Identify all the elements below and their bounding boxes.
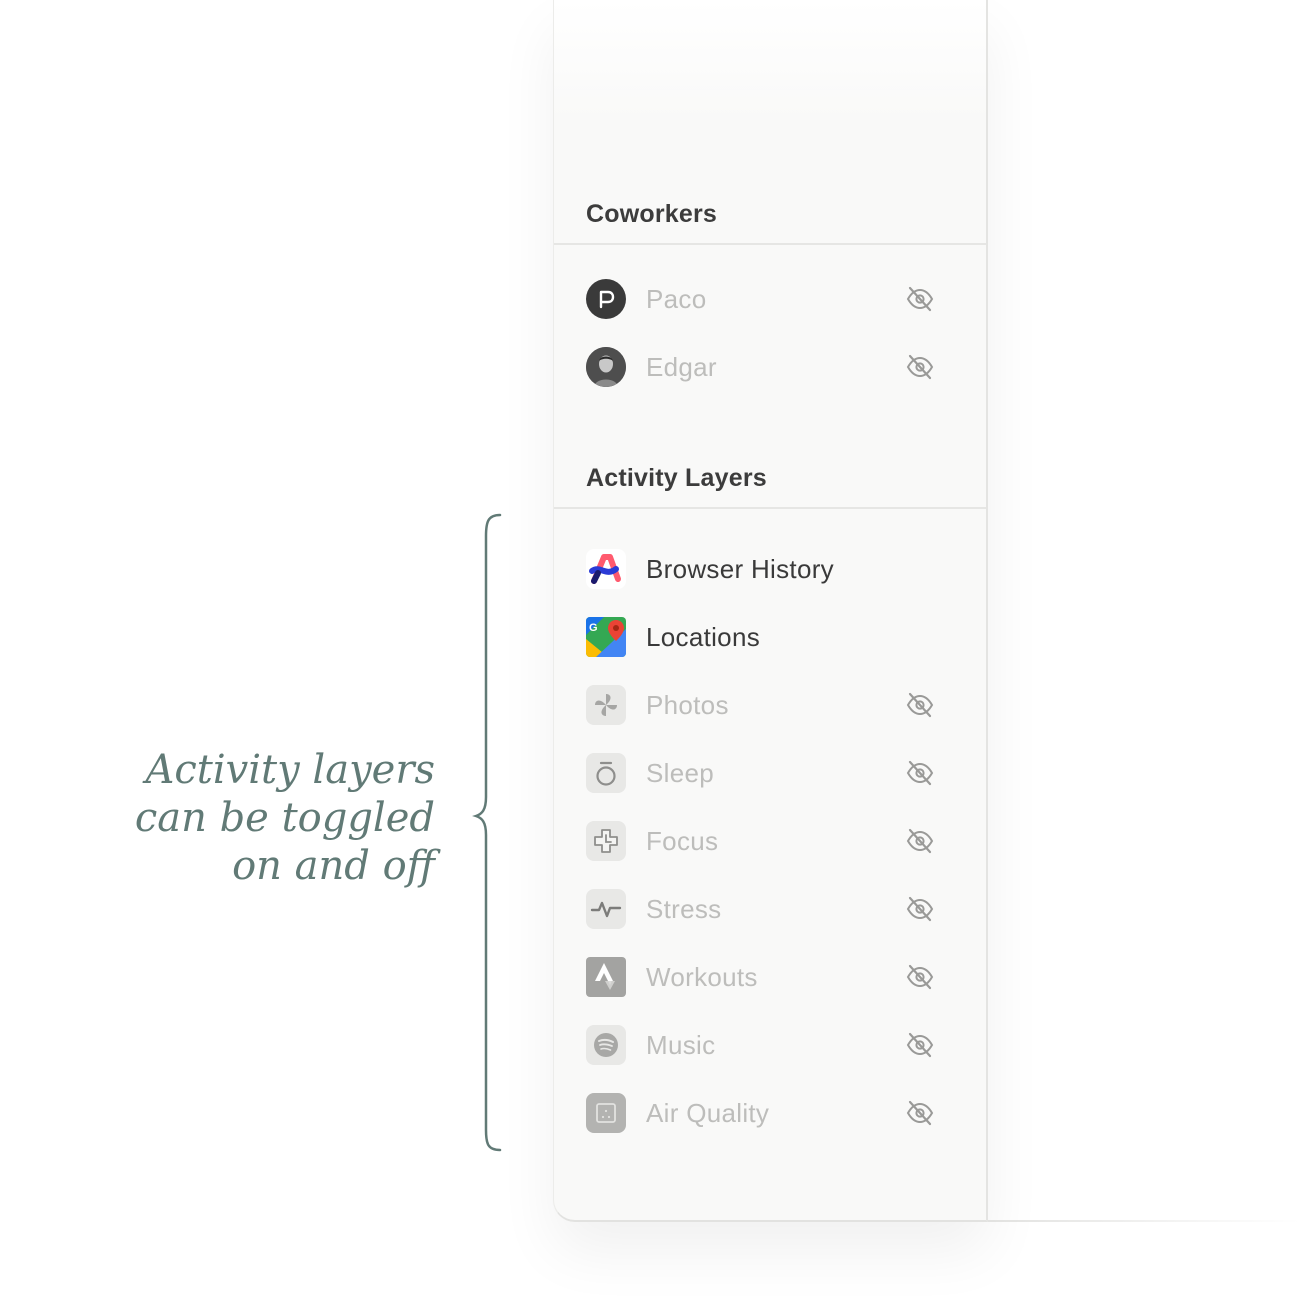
- focus-icon: [586, 821, 626, 861]
- coworker-label: Edgar: [646, 351, 717, 382]
- panel-top-fade: [554, 0, 986, 120]
- strava-icon: [586, 957, 626, 997]
- eye-off-icon[interactable]: [906, 896, 934, 922]
- annotation-line-3: on and off: [232, 843, 435, 889]
- edgar-avatar: [586, 347, 626, 387]
- eye-off-icon[interactable]: [906, 286, 934, 312]
- annotation-line-1: Activity layers: [145, 747, 436, 793]
- layer-row-focus[interactable]: Focus: [586, 819, 962, 863]
- eye-off-icon[interactable]: [906, 1100, 934, 1126]
- coworker-label: Paco: [646, 283, 707, 314]
- layer-row-locations[interactable]: G Locations: [586, 615, 962, 659]
- layer-row-workouts[interactable]: Workouts: [586, 955, 962, 999]
- layer-label: Photos: [646, 689, 729, 720]
- layer-label: Sleep: [646, 757, 714, 788]
- annotation-text: Activity layers can be toggled on and of…: [120, 746, 435, 890]
- activity-layers-title: Activity Layers: [586, 464, 767, 492]
- layer-label: Workouts: [646, 961, 758, 992]
- annotation-line-2: can be toggled: [134, 795, 435, 841]
- eye-off-icon[interactable]: [906, 828, 934, 854]
- eye-off-icon[interactable]: [906, 354, 934, 380]
- svg-text:G: G: [589, 622, 598, 634]
- sleep-ring-icon: [586, 753, 626, 793]
- arc-browser-icon: [586, 549, 626, 589]
- sidebar-panel: Coworkers Paco Edgar Activity Layers Bro…: [553, 0, 988, 1222]
- air-quality-icon: [586, 1093, 626, 1133]
- layer-label: Locations: [646, 621, 760, 652]
- layer-label: Air Quality: [646, 1097, 770, 1128]
- layer-row-sleep[interactable]: Sleep: [586, 751, 962, 795]
- activity-layers-divider: [554, 507, 986, 509]
- layer-label: Browser History: [646, 553, 834, 584]
- eye-off-icon[interactable]: [906, 1032, 934, 1058]
- eye-off-icon[interactable]: [906, 964, 934, 990]
- curly-brace-icon: [472, 513, 502, 1152]
- layer-label: Music: [646, 1029, 716, 1060]
- google-maps-icon: G: [586, 617, 626, 657]
- coworkers-title: Coworkers: [586, 200, 718, 228]
- coworker-row-edgar[interactable]: Edgar: [586, 345, 962, 389]
- layer-row-stress[interactable]: Stress: [586, 887, 962, 931]
- layer-row-music[interactable]: Music: [586, 1023, 962, 1067]
- eye-off-icon[interactable]: [906, 692, 934, 718]
- bottom-edge-line: [988, 1220, 1300, 1222]
- layer-row-browser-history[interactable]: Browser History: [586, 547, 962, 591]
- layer-row-air-quality[interactable]: Air Quality: [586, 1091, 962, 1135]
- eye-off-icon[interactable]: [906, 760, 934, 786]
- coworkers-divider: [554, 243, 986, 245]
- layer-label: Focus: [646, 825, 719, 856]
- pinwheel-icon: [586, 685, 626, 725]
- layer-row-photos[interactable]: Photos: [586, 683, 962, 727]
- spotify-icon: [586, 1025, 626, 1065]
- layer-label: Stress: [646, 893, 722, 924]
- coworker-row-paco[interactable]: Paco: [586, 277, 962, 321]
- pulse-icon: [586, 889, 626, 929]
- paco-avatar: [586, 279, 626, 319]
